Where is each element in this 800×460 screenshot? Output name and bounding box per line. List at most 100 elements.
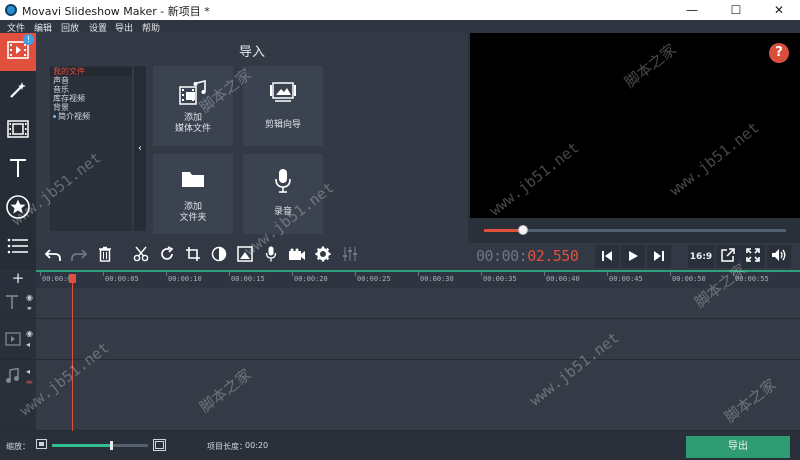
redo-button[interactable] xyxy=(68,245,90,267)
add-media-line2: 媒体文件 xyxy=(174,124,211,134)
filters-tool-button[interactable] xyxy=(0,73,36,111)
camera-icon xyxy=(288,247,306,266)
scrub-handle[interactable] xyxy=(518,225,528,235)
ruler-tick-label: 00:00:45 xyxy=(609,275,643,283)
playhead-handle[interactable] xyxy=(69,274,76,283)
ruler-tick xyxy=(40,272,41,276)
folder-icon xyxy=(153,168,233,194)
fullscreen-icon xyxy=(746,247,760,266)
ruler-tick xyxy=(103,272,104,276)
stickers-tool-button[interactable] xyxy=(0,190,36,228)
export-button[interactable]: 导出 xyxy=(686,436,790,458)
play-icon xyxy=(627,247,639,266)
crop-button[interactable] xyxy=(182,245,204,267)
popout-button[interactable] xyxy=(716,245,740,268)
transition-wizard-button[interactable] xyxy=(234,245,256,267)
settings-button[interactable] xyxy=(312,245,334,267)
ruler-tick-label: 00:00:40 xyxy=(546,275,580,283)
music-note-icon xyxy=(5,367,19,388)
transition-icon xyxy=(7,119,29,143)
eye-icon[interactable]: ◉ xyxy=(26,293,33,302)
skip-back-button[interactable] xyxy=(595,245,619,268)
titles-tool-button[interactable] xyxy=(0,151,36,189)
montage-wizard-icon xyxy=(243,80,323,106)
gear-icon xyxy=(315,246,331,266)
ruler-tick-label: 00:00:55 xyxy=(735,275,769,283)
color-adjust-button[interactable] xyxy=(208,245,230,267)
add-media-files-tile[interactable]: 添加 媒体文件 xyxy=(153,66,233,146)
title-track[interactable]: ◉ ⚭ xyxy=(0,288,800,319)
rotate-button[interactable] xyxy=(156,245,178,267)
scrub-track[interactable] xyxy=(484,229,786,232)
skip-back-icon xyxy=(601,247,613,266)
ruler-tick xyxy=(544,272,545,276)
speaker-small-icon[interactable]: ◂ xyxy=(26,367,30,376)
tree-item-sounds[interactable]: 声音 xyxy=(50,76,132,85)
tree-item-label: 简介视频 xyxy=(58,112,90,121)
ruler-tick-label: 00:00:35 xyxy=(483,275,517,283)
ruler-tick xyxy=(607,272,608,276)
audio-track[interactable]: ◂ ⚮ xyxy=(0,360,800,431)
maximize-button[interactable]: ☐ xyxy=(714,0,758,20)
ruler-tick xyxy=(166,272,167,276)
help-button[interactable]: ? xyxy=(769,43,789,63)
trash-icon xyxy=(98,246,112,266)
text-t-icon xyxy=(9,158,27,182)
more-tool-button[interactable] xyxy=(0,229,36,267)
aspect-ratio-button[interactable]: 16:9 xyxy=(688,245,714,268)
close-button[interactable]: ✕ xyxy=(757,0,800,20)
add-folder-line1: 添加 xyxy=(183,202,202,212)
speaker-small-icon[interactable]: ◂ xyxy=(26,340,30,349)
add-folder-tile[interactable]: 添加 文件夹 xyxy=(153,154,233,234)
split-button[interactable] xyxy=(130,245,152,267)
timecode-display: 00:00:02.550 xyxy=(476,247,579,265)
unlink-icon[interactable]: ⚮ xyxy=(26,378,33,387)
tool-sidebar: ! xyxy=(0,33,36,270)
collapse-panel-button[interactable]: ‹ xyxy=(134,66,146,231)
transitions-tool-button[interactable] xyxy=(0,112,36,150)
zoom-slider-fill xyxy=(52,444,110,447)
skip-forward-button[interactable] xyxy=(647,245,671,268)
add-track-button[interactable]: + xyxy=(0,270,36,288)
montage-wizard-label: 剪辑向导 xyxy=(264,120,301,130)
clip-properties-button[interactable] xyxy=(286,245,308,267)
star-icon xyxy=(6,195,30,223)
ruler-tick-label: 00:00:20 xyxy=(294,275,328,283)
import-panel-title: 导入 xyxy=(238,45,265,60)
volume-button[interactable] xyxy=(767,245,791,268)
record-voice-button[interactable] xyxy=(260,245,282,267)
microphone-icon xyxy=(243,168,323,194)
fullscreen-button[interactable] xyxy=(741,245,765,268)
tree-item-intro-videos[interactable]: 简介视频 xyxy=(50,112,132,121)
minimize-button[interactable]: — xyxy=(670,0,714,20)
preview-player[interactable] xyxy=(470,33,800,218)
project-length-label: 项目长度： xyxy=(207,442,247,451)
rotate-icon xyxy=(159,246,175,266)
ruler-tick xyxy=(292,272,293,276)
eye-icon[interactable]: ◉ xyxy=(26,329,33,338)
playhead-line xyxy=(72,274,73,431)
zoom-in-icon[interactable] xyxy=(153,439,166,453)
tree-item-my-files[interactable]: 我的文件 xyxy=(50,67,132,76)
montage-wizard-tile[interactable]: 剪辑向导 xyxy=(243,66,323,146)
zoom-label: 缩放： xyxy=(6,442,30,451)
timecode-value: 02.550 xyxy=(527,247,579,265)
window-title: Movavi Slideshow Maker - 新项目 * xyxy=(22,5,210,18)
speaker-icon xyxy=(771,247,787,266)
delete-button[interactable] xyxy=(94,245,116,267)
equalizer-button[interactable] xyxy=(339,245,361,267)
import-tool-button[interactable]: ! xyxy=(0,33,36,71)
link-icon[interactable]: ⚭ xyxy=(26,304,33,313)
tree-item-backgrounds[interactable]: 背景 xyxy=(50,103,132,112)
zoom-slider-handle[interactable] xyxy=(110,441,113,450)
tree-item-music[interactable]: 音乐 xyxy=(50,85,132,94)
video-track-header: ◉ ◂ xyxy=(0,319,36,359)
video-track[interactable]: ◉ ◂ xyxy=(0,319,800,360)
zoom-out-icon[interactable] xyxy=(36,439,47,451)
record-audio-tile[interactable]: 录音 xyxy=(243,154,323,234)
undo-button[interactable] xyxy=(42,245,64,267)
timeline-ruler[interactable]: 00:00:00 00:00:05 00:00:10 00:00:15 00:00:20… xyxy=(36,270,800,288)
ruler-tick-label: 00:00:10 xyxy=(168,275,202,283)
tree-item-stock-video[interactable]: 库存视频 xyxy=(50,94,132,103)
play-button[interactable] xyxy=(621,245,645,268)
